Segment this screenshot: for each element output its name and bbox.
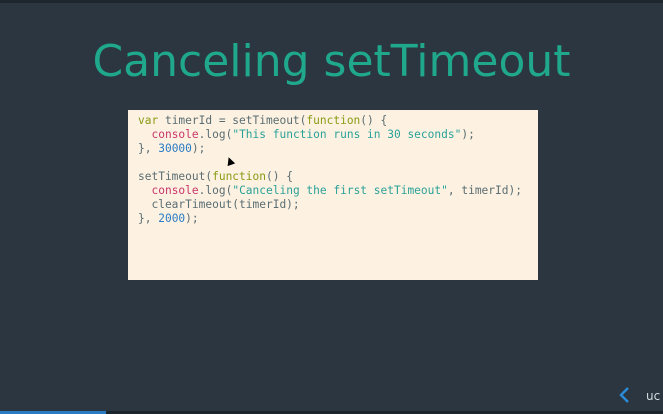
code-keyword: var [138,114,159,127]
code-keyword: function [306,114,361,127]
code-text: clearTimeout(timerId); [138,198,300,211]
code-object: console [151,128,199,141]
code-string: "Canceling the first setTimeout" [232,184,448,197]
code-line-7: clearTimeout(timerId); [138,198,300,212]
code-string: "This function runs in 30 seconds" [232,128,462,141]
code-text: ); [185,212,199,225]
code-text: .log( [198,128,233,141]
code-text: ); [461,128,475,141]
top-edge [0,0,663,3]
chevron-left-icon[interactable] [618,386,630,408]
code-line-6: console.log("Canceling the first setTime… [138,184,522,198]
code-text: setTimeout( [138,170,213,183]
code-text: timerId = setTimeout( [158,114,307,127]
code-line-2: console.log("This function runs in 30 se… [138,128,475,142]
code-text: () { [360,114,388,127]
code-text: ); [191,142,206,155]
chevron-left-icon-glyph [619,387,629,403]
code-keyword: function [212,170,266,183]
next-slide-label[interactable]: uc [646,389,660,403]
code-text: .log( [198,184,233,197]
code-text: , timerId); [447,184,522,197]
code-line-3: }, 30000); [138,142,205,156]
code-number: 30000 [158,142,192,155]
slide-title: Canceling setTimeout [92,36,571,87]
code-line-5: setTimeout(function() { [138,170,293,184]
code-block: var timerId = setTimeout(function() { co… [128,110,538,280]
code-number: 2000 [158,212,186,225]
code-text: }, [138,212,159,225]
code-text: }, [138,142,159,155]
code-text: () { [265,170,293,183]
code-line-1: var timerId = setTimeout(function() { [138,114,387,128]
code-line-8: }, 2000); [138,212,199,226]
code-object: console [151,184,199,197]
